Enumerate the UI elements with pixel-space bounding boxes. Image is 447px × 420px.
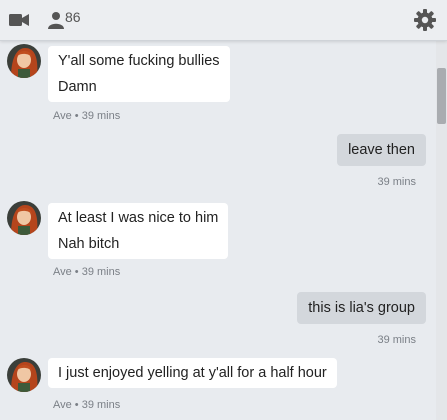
chat-toolbar: 86 — [0, 0, 447, 41]
message-bubble[interactable]: Y'all some fucking bullies Damn — [48, 46, 230, 102]
message-text: leave then — [348, 142, 415, 158]
user-icon[interactable] — [48, 11, 64, 34]
message-bubble[interactable]: At least I was nice to him Nah bitch — [48, 203, 229, 259]
message-meta: 39 mins — [377, 176, 416, 188]
message-bubble[interactable]: leave then — [337, 134, 426, 166]
message-meta: 39 mins — [377, 334, 416, 346]
message-text: I just enjoyed yelling at y'all for a ha… — [58, 365, 327, 381]
scrollbar-thumb[interactable] — [437, 68, 446, 124]
message-text: Y'all some fucking bullies — [58, 53, 220, 69]
avatar[interactable] — [7, 44, 41, 78]
message-meta: Ave • 39 mins — [53, 266, 121, 278]
message-text: Nah bitch — [58, 236, 120, 252]
message-meta: Ave • 39 mins — [53, 110, 121, 122]
message-list[interactable]: Y'all some fucking bullies Damn Ave • 39… — [0, 40, 436, 420]
participant-count: 86 — [65, 9, 81, 25]
video-camera-icon[interactable] — [9, 13, 29, 32]
message-bubble[interactable]: this is lia's group — [297, 292, 426, 324]
message-meta: Ave • 39 mins — [53, 399, 121, 411]
message-text: this is lia's group — [308, 300, 415, 316]
message-text: At least I was nice to him — [58, 210, 219, 226]
message-bubble[interactable]: I just enjoyed yelling at y'all for a ha… — [48, 358, 337, 388]
avatar[interactable] — [7, 201, 41, 235]
avatar[interactable] — [7, 358, 41, 392]
gear-icon[interactable] — [414, 9, 436, 36]
message-text: Damn — [58, 79, 97, 95]
